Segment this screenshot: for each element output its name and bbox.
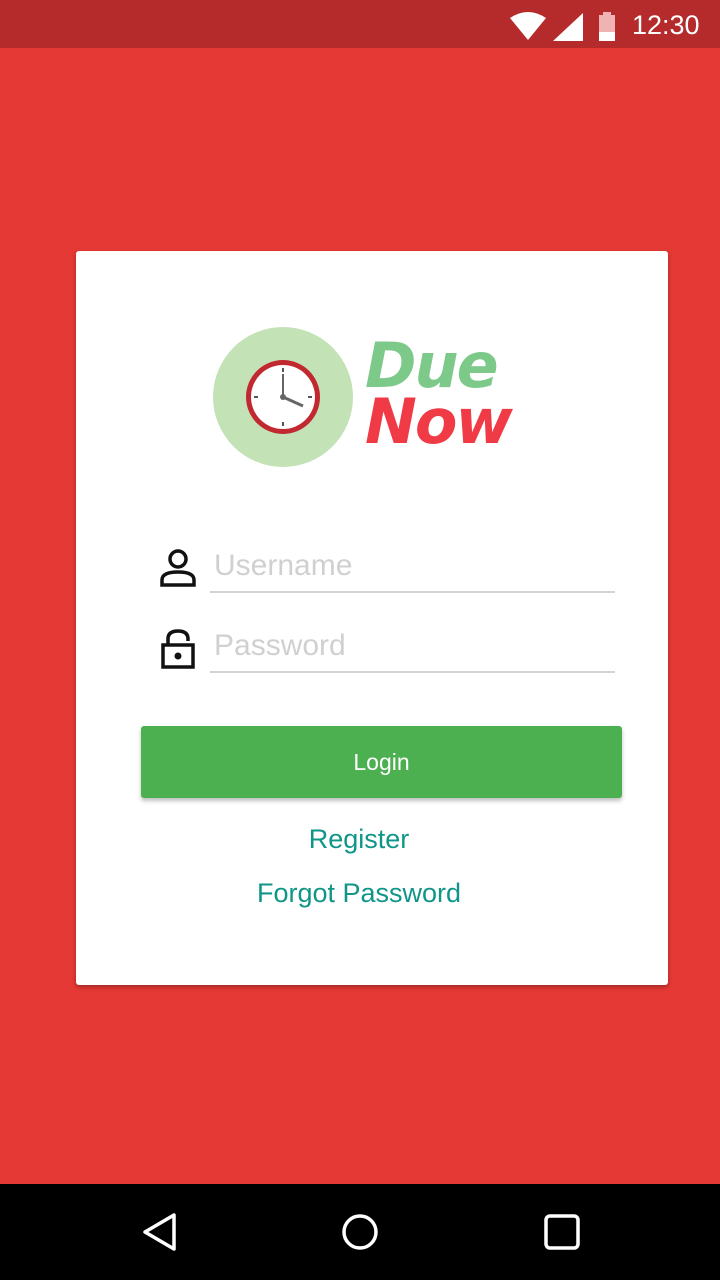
username-underline: [210, 591, 615, 593]
clock-icon: [246, 360, 320, 434]
username-input[interactable]: [210, 545, 615, 587]
status-time: 12:30: [632, 10, 700, 40]
navigation-bar: [0, 1184, 720, 1280]
unlock-icon: [161, 629, 195, 669]
password-underline: [210, 671, 615, 673]
wifi-icon: [510, 12, 546, 40]
cell-signal-icon: [553, 13, 583, 41]
register-link[interactable]: Register: [76, 824, 642, 855]
app-logo: Due Now: [213, 327, 513, 469]
logo-text-now: Now: [365, 385, 513, 458]
password-field: [160, 621, 615, 681]
username-field: [160, 541, 615, 601]
battery-low-icon: [599, 12, 615, 41]
back-triangle-icon[interactable]: [140, 1212, 180, 1252]
login-card: Due Now Login Register Forgot Password: [76, 251, 668, 985]
home-circle-icon[interactable]: [340, 1212, 380, 1252]
recents-square-icon[interactable]: [542, 1212, 582, 1252]
status-bar: 12:30: [0, 0, 720, 48]
password-input[interactable]: [210, 625, 615, 667]
login-button[interactable]: Login: [141, 726, 622, 798]
forgot-password-link[interactable]: Forgot Password: [76, 878, 642, 909]
person-icon: [160, 549, 196, 587]
